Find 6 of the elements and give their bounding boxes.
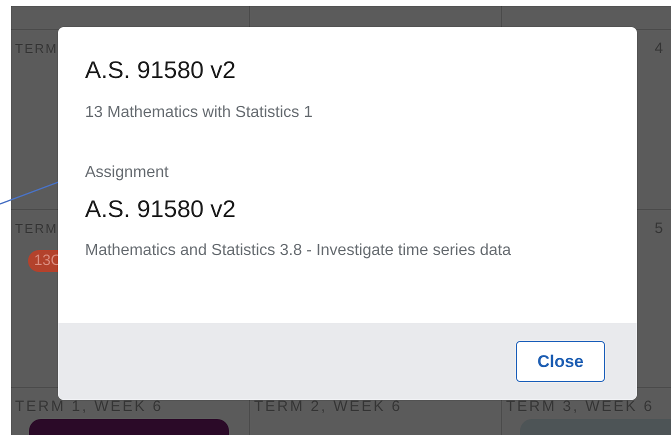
- close-button[interactable]: Close: [516, 341, 605, 382]
- dialog-subtitle: 13 Mathematics with Statistics 1: [85, 103, 314, 123]
- section-title: A.S. 91580 v2: [85, 195, 237, 225]
- dialog-title: A.S. 91580 v2: [85, 56, 237, 86]
- section-description: Mathematics and Statistics 3.8 - Investigate time series data: [85, 241, 512, 261]
- section-label: Assignment: [85, 163, 170, 183]
